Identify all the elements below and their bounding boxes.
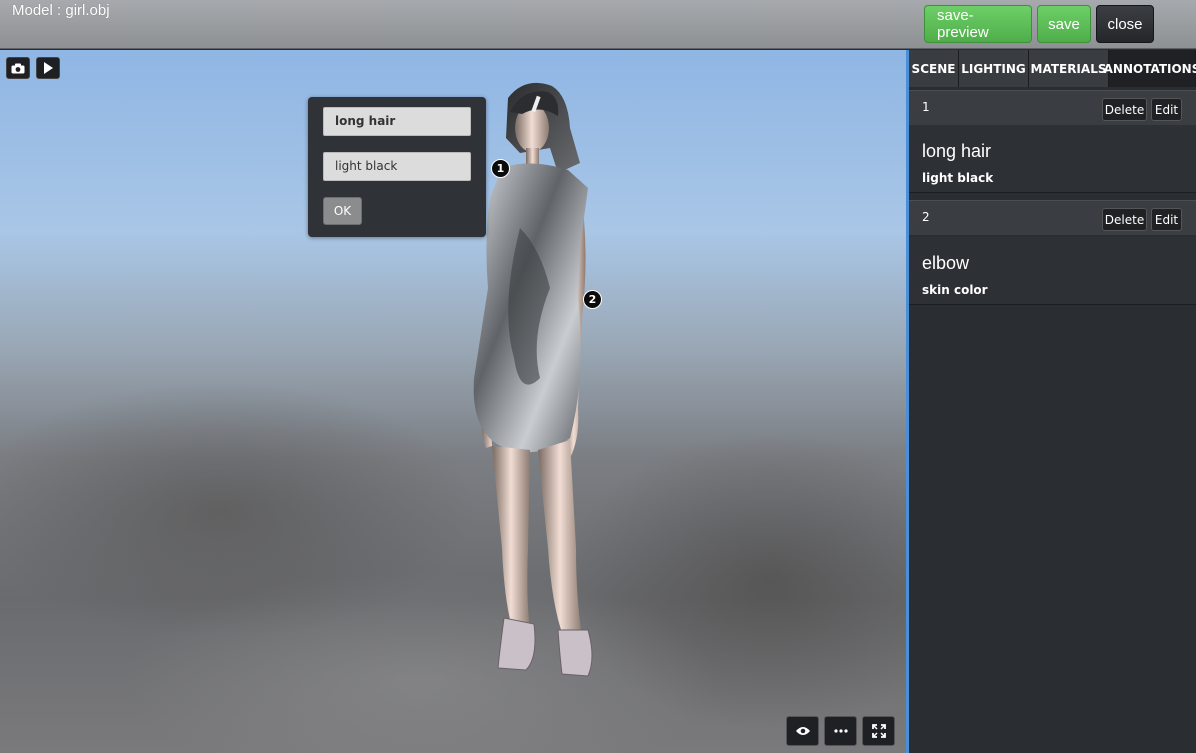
model-title: Model : girl.obj — [12, 2, 110, 19]
tab-lighting[interactable]: LIGHTING — [959, 50, 1029, 87]
annotation-header-1: 1 Delete Edit — [909, 90, 1196, 125]
fullscreen-button[interactable] — [862, 716, 895, 746]
annotation-title: long hair — [922, 141, 992, 161]
annotation-description-input[interactable]: light black — [323, 152, 471, 181]
close-button[interactable]: close — [1096, 5, 1154, 43]
tab-annotations[interactable]: ANNOTATIONS — [1104, 50, 1196, 87]
fullscreen-icon — [871, 724, 886, 738]
save-button[interactable]: save — [1037, 5, 1091, 43]
annotation-header-2: 2 Delete Edit — [909, 200, 1196, 235]
header-actions: save-preview save close — [924, 5, 1154, 43]
annotation-description: skin color — [922, 283, 988, 297]
more-button[interactable] — [824, 716, 857, 746]
edit-annotation-1-button[interactable]: Edit — [1151, 98, 1182, 121]
play-icon — [44, 62, 53, 74]
camera-icon — [11, 63, 25, 73]
annotation-item-1[interactable]: long hair light black — [909, 125, 1196, 193]
delete-annotation-2-button[interactable]: Delete — [1102, 208, 1147, 231]
play-button[interactable] — [36, 57, 60, 79]
tab-materials[interactable]: MATERIALS — [1029, 50, 1109, 87]
3d-viewport[interactable]: 1 2 long hair light black OK — [0, 50, 906, 753]
annotation-title-input[interactable]: long hair — [323, 107, 471, 136]
annotation-item-2[interactable]: elbow skin color — [909, 237, 1196, 305]
top-bar: Model : girl.obj save-preview save close — [0, 0, 1196, 49]
annotation-number: 1 — [922, 100, 930, 114]
annotation-marker-2[interactable]: 2 — [583, 290, 602, 309]
visibility-button[interactable] — [786, 716, 819, 746]
annotation-number: 2 — [922, 210, 930, 224]
edit-annotation-2-button[interactable]: Edit — [1151, 208, 1182, 231]
screenshot-button[interactable] — [6, 57, 30, 79]
eye-icon — [795, 727, 810, 735]
annotation-edit-popup: long hair light black OK — [308, 97, 486, 237]
panel-tabs: SCENE LIGHTING MATERIALS ANNOTATIONS — [909, 50, 1196, 87]
annotation-description: light black — [922, 171, 994, 185]
annotation-marker-1[interactable]: 1 — [491, 159, 510, 178]
save-preview-button[interactable]: save-preview — [924, 5, 1032, 43]
side-panel: SCENE LIGHTING MATERIALS ANNOTATIONS 1 D… — [906, 50, 1196, 753]
tab-scene[interactable]: SCENE — [909, 50, 959, 87]
more-icon — [833, 729, 848, 733]
ok-button[interactable]: OK — [323, 197, 362, 225]
annotation-title: elbow — [922, 253, 970, 273]
delete-annotation-1-button[interactable]: Delete — [1102, 98, 1147, 121]
